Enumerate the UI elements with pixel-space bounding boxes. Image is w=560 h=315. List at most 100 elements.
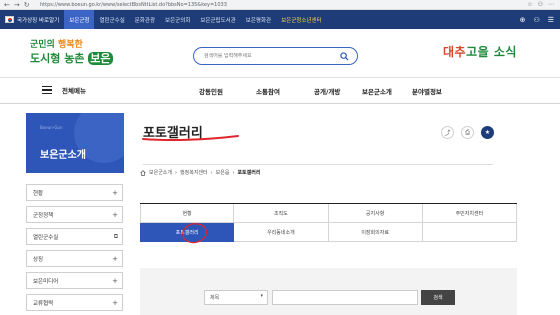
breadcrumb-sep: › <box>210 169 213 176</box>
side-item-label: 보은미디어 <box>33 278 59 285</box>
title-divider <box>143 164 493 165</box>
page-title: 포토갤러리 <box>143 126 203 141</box>
address-bar[interactable]: https://www.boeun.go.kr/www/selectBbsNtt… <box>40 2 527 8</box>
side-item-label: 군정정책 <box>33 212 54 219</box>
side-item-label: 상징 <box>33 256 44 263</box>
site-logo[interactable]: 군민의 행복한 도시형 농촌 보은 <box>30 37 130 71</box>
profile-icon[interactable]: ⚇ <box>538 1 543 8</box>
breadcrumb-sep: › <box>232 169 235 176</box>
side-item-label: 교류협력 <box>33 300 54 307</box>
plus-icon: + <box>112 254 118 263</box>
site-header: 군민의 행복한 도시형 농촌 보은 대추고을 소식 <box>0 29 560 77</box>
language-globe-icon[interactable]: ⊕ <box>520 16 526 24</box>
site-link-council[interactable]: 보은군의회 <box>160 10 195 29</box>
plus-icon: + <box>112 188 118 197</box>
sub-tabs: 현황 조직도 공지사항 주민자치센터 포토갤러리 우리동네소개 이장회의자료 <box>140 203 517 242</box>
back-icon[interactable]: ← <box>4 1 10 9</box>
side-item-status[interactable]: 현황 + <box>26 184 123 201</box>
gnb-item-civil[interactable]: 강동민원 <box>199 86 223 96</box>
gov-bar-icons: ⊕ ⚇ ☰ <box>520 10 554 29</box>
side-item-media[interactable]: 보은미디어 + <box>26 272 123 289</box>
side-item-exchange[interactable]: 교류협력 + <box>26 294 123 311</box>
side-item-symbol[interactable]: 상징 + <box>26 250 123 267</box>
bookmark-icon[interactable]: ☆ <box>527 1 532 8</box>
breadcrumb-item[interactable]: 보은읍 <box>216 169 230 176</box>
breadcrumb: 보은군소개 › 행정복지센터 › 보은읍 › 포토갤러리 <box>140 169 260 176</box>
sitemap-icon[interactable]: ☰ <box>548 16 554 24</box>
side-item-label: 현황 <box>33 190 44 197</box>
reload-icon[interactable]: ↻ <box>24 1 30 9</box>
search-input[interactable] <box>204 53 334 59</box>
star-icon: ★ <box>484 129 491 136</box>
site-link-library[interactable]: 보은군립도서관 <box>195 10 240 29</box>
share-button[interactable]: ⤴ <box>441 126 454 139</box>
hamburger-icon <box>42 86 52 94</box>
national-symbol-label: 국가상징 바로알기 <box>17 17 60 24</box>
site-family-bar: 국가상징 바로알기 보은군청 열린군수실 문화관광 보은군의회 보은군립도서관 … <box>0 10 560 29</box>
browser-nav: ← → ↻ <box>0 1 40 9</box>
breadcrumb-current: 포토갤러리 <box>237 170 261 176</box>
gnb-item-fields[interactable]: 분야별정보 <box>412 86 442 96</box>
gnb-item-participation[interactable]: 소통참여 <box>256 86 280 96</box>
logo-line-1: 군민의 행복한 <box>30 40 83 50</box>
keyword-input[interactable] <box>272 290 418 305</box>
all-menu-button[interactable]: 전체메뉴 <box>42 85 86 95</box>
search-icon[interactable] <box>340 52 349 61</box>
breadcrumb-item[interactable]: 행정복지센터 <box>180 169 208 176</box>
tab-empty <box>422 223 517 242</box>
tab-org-chart[interactable]: 조직도 <box>234 204 329 223</box>
taegeuk-flag-icon <box>5 16 14 23</box>
home-icon[interactable] <box>140 169 146 176</box>
side-item-policy[interactable]: 군정정책 + <box>26 206 123 223</box>
tab-photo-gallery[interactable]: 포토갤러리 <box>140 223 235 242</box>
side-menu: 현황 + 군정정책 + 열린군수실 ⧉ 상징 + 보은미디어 + 교류협력 + <box>26 184 123 315</box>
main-navigation: 전체메뉴 강동민원 소통참여 공개/개방 보은군소개 분야별정보 <box>0 77 560 104</box>
site-link-peace-hall[interactable]: 보은평화관 <box>241 10 276 29</box>
url-text[interactable]: https://www.boeun.go.kr/www/selectBbsNtt… <box>40 2 227 8</box>
site-link-youth-center[interactable]: 보은군청소년센터 <box>276 10 326 29</box>
site-link-tourism[interactable]: 문화관광 <box>130 10 160 29</box>
gnb-item-about[interactable]: 보은군소개 <box>362 86 392 96</box>
tab-meeting-docs[interactable]: 이장회의자료 <box>328 223 423 242</box>
plus-icon: + <box>112 276 118 285</box>
favorite-button[interactable]: ★ <box>481 126 494 139</box>
browser-toolbar: ← → ↻ https://www.boeun.go.kr/www/select… <box>0 0 560 10</box>
gnb-item-open[interactable]: 공개/개방 <box>314 86 340 96</box>
side-item-label: 열린군수실 <box>33 234 59 241</box>
tab-notice[interactable]: 공지사항 <box>328 204 423 223</box>
logo-line-2: 도시형 농촌 보은 <box>30 52 113 65</box>
tab-neighborhood[interactable]: 우리동네소개 <box>234 223 329 242</box>
tab-status[interactable]: 현황 <box>140 204 235 223</box>
national-symbol-link[interactable]: 국가상징 바로알기 <box>0 10 64 29</box>
search-button[interactable]: 검색 <box>421 290 455 305</box>
site-search <box>193 47 358 65</box>
section-banner: Boeun-Gun 보은군소개 <box>26 113 124 173</box>
tabs-row: 현황 조직도 공지사항 주민자치센터 <box>140 204 517 223</box>
side-item-mayor-office[interactable]: 열린군수실 ⧉ <box>26 228 123 245</box>
plus-icon: + <box>112 210 118 219</box>
select-value: 제목 <box>210 295 220 301</box>
print-icon: ⎙ <box>465 128 470 136</box>
tabs-row: 포토갤러리 우리동네소개 이장회의자료 <box>140 223 517 242</box>
board-search: 제목 ▾ 검색 <box>140 268 517 315</box>
print-button[interactable]: ⎙ <box>461 126 474 139</box>
plus-icon: + <box>112 298 118 307</box>
all-menu-label: 전체메뉴 <box>62 87 86 95</box>
slogan: 대추고을 소식 <box>443 45 517 59</box>
chevron-down-icon: ▾ <box>260 293 263 299</box>
title-tools: ⤴ ⎙ ★ <box>441 126 494 139</box>
more-icon[interactable]: ⋯ <box>548 1 554 8</box>
login-user-icon[interactable]: ⚇ <box>533 16 539 24</box>
banner-title: 보은군소개 <box>40 150 86 161</box>
browser-tools: ☆ ⚇ ⋯ <box>527 1 560 8</box>
breadcrumb-item[interactable]: 보은군소개 <box>149 169 172 176</box>
share-icon: ⤴ <box>444 130 451 137</box>
site-link-mayor[interactable]: 열린군수실 <box>94 10 129 29</box>
breadcrumb-sep: › <box>175 169 178 176</box>
banner-english: Boeun-Gun <box>40 125 63 130</box>
forward-icon[interactable]: → <box>14 1 20 9</box>
external-link-icon: ⧉ <box>113 232 118 240</box>
site-link-boeun[interactable]: 보은군청 <box>64 10 95 29</box>
tab-resident-center[interactable]: 주민자치센터 <box>422 204 517 223</box>
search-field-select[interactable]: 제목 ▾ <box>204 290 268 305</box>
